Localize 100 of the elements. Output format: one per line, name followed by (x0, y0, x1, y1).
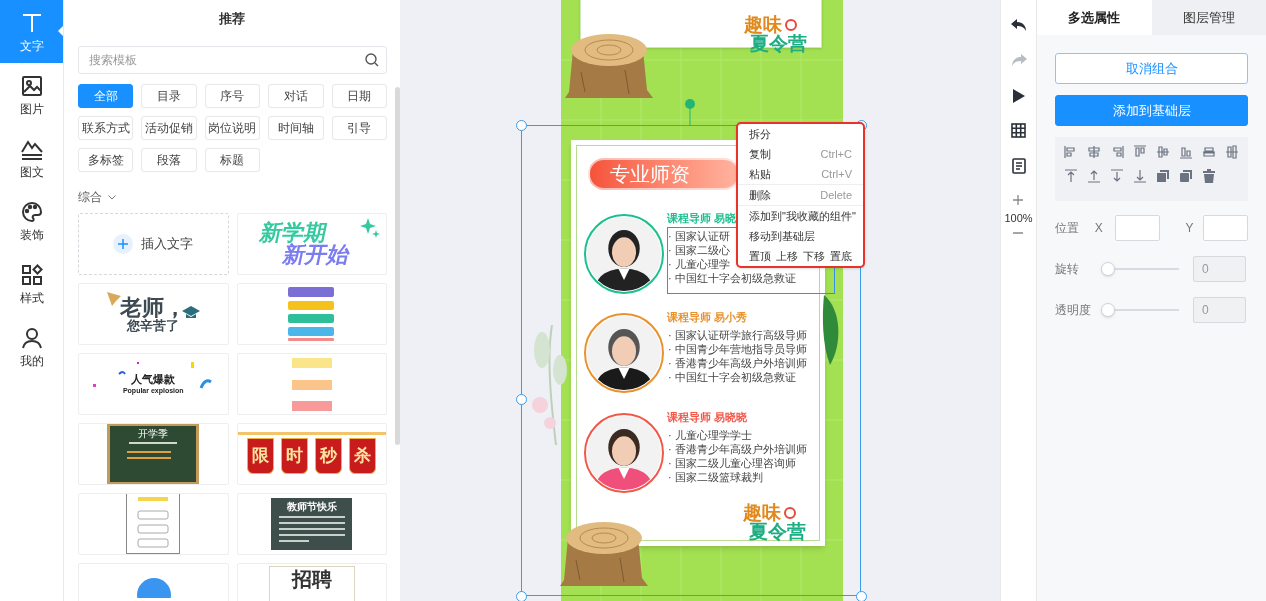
shapes-icon (20, 263, 43, 286)
tag-button[interactable]: 联系方式 (78, 116, 134, 140)
user-icon (20, 326, 43, 349)
resize-handle[interactable] (856, 591, 867, 601)
menu-item[interactable]: 移动到基础层 (738, 226, 863, 246)
layer-order-icon[interactable] (1064, 169, 1078, 183)
layer-order-icon[interactable] (1110, 169, 1124, 183)
align-icon[interactable] (1202, 145, 1216, 159)
tag-button[interactable]: 序号 (204, 84, 261, 108)
menu-item[interactable]: 置顶 (749, 247, 771, 265)
resize-handle[interactable] (516, 591, 527, 601)
step-list-drawing (287, 287, 336, 341)
layer-order-icon[interactable] (1087, 169, 1101, 183)
banner-flag: 秒 (315, 438, 343, 474)
template-thumbnail[interactable]: 新学期 新开始 (236, 213, 387, 275)
trash-icon[interactable] (1202, 169, 1216, 183)
template-thumbnail[interactable]: 开学季 (78, 423, 229, 485)
template-title: 招聘 (291, 569, 332, 592)
panel-tab[interactable]: 多选属性 (1037, 0, 1152, 35)
tag-button[interactable]: 活动促销 (141, 116, 197, 140)
tag-button[interactable]: 时间轴 (268, 116, 324, 140)
slider[interactable] (1101, 262, 1179, 276)
align-icon[interactable] (1110, 145, 1124, 159)
slider-thumb[interactable] (1101, 262, 1115, 276)
teacher-name: 课程导师 易小秀 (667, 312, 747, 323)
search-field[interactable]: 搜索模板 (78, 46, 387, 74)
template-thumbnail[interactable]: 教师节快乐 (236, 493, 387, 555)
slider-label: 旋转 (1055, 261, 1080, 278)
template-title: 教师节快乐 (286, 502, 337, 512)
align-icon[interactable] (1087, 145, 1101, 159)
menu-item[interactable]: 添加到"我收藏的组件" (738, 206, 863, 226)
qualification-text: · 香港青少年高级户外培训师 (668, 444, 807, 455)
scrollbar[interactable] (395, 87, 400, 445)
qualification-text: · 国家二级儿童心理咨询师 (668, 458, 796, 469)
template-thumbnail[interactable] (236, 283, 387, 345)
resize-handle[interactable] (516, 120, 527, 131)
menu-item[interactable]: 删除 Delete (738, 185, 863, 205)
tag-button[interactable]: 岗位说明 (204, 116, 261, 140)
align-icon[interactable] (1064, 145, 1078, 159)
insert-text-button[interactable]: 插入文字 (78, 213, 229, 275)
plus-icon (113, 234, 134, 254)
layer-order-icon[interactable] (1133, 169, 1147, 183)
x-input[interactable] (1115, 215, 1161, 241)
image-icon (20, 74, 43, 97)
template-thumbnail[interactable] (78, 493, 229, 555)
logo-text: 趣味 (744, 15, 782, 34)
template-title: 新学期 (257, 222, 329, 244)
logo-text: 趣味 (743, 503, 781, 522)
template-thumbnail[interactable]: 老师， 您辛苦了 (78, 283, 229, 345)
template-thumbnail[interactable]: 招聘 (236, 563, 387, 601)
resize-handle[interactable] (516, 394, 527, 405)
template-title: 开学季 (138, 429, 169, 439)
slider[interactable] (1101, 303, 1179, 317)
qualification-text: · 国家二级篮球裁判 (668, 472, 763, 483)
align-icon[interactable] (1179, 145, 1193, 159)
logo-text: 夏令营 (749, 522, 806, 541)
menu-item[interactable]: 上移 (776, 247, 798, 265)
y-label: Y (1184, 220, 1195, 237)
panel-tab[interactable]: 图层管理 (1151, 0, 1266, 35)
slider-thumb[interactable] (1101, 303, 1115, 317)
align-icon[interactable] (1133, 145, 1147, 159)
menu-item[interactable]: 下移 (803, 247, 825, 265)
qualification-text: · 国家认证研 (668, 231, 730, 242)
y-input[interactable] (1203, 215, 1248, 241)
tag-button[interactable]: 对话 (268, 84, 324, 108)
template-thumbnail[interactable] (236, 353, 387, 415)
chevron-down-icon[interactable] (108, 194, 116, 200)
copy-icon[interactable] (1156, 169, 1170, 183)
qualification-text: · 国家二级心 (668, 245, 730, 256)
zoom-in-icon[interactable] (1013, 195, 1024, 205)
tag-button[interactable]: 引导 (331, 116, 387, 140)
menu-item[interactable]: 置底 (830, 247, 852, 265)
qualification-text: · 中国红十字会初级急救证 (668, 372, 796, 383)
template-title: 人气爆款 (131, 374, 176, 385)
document-icon[interactable] (1011, 157, 1026, 174)
copy-icon[interactable] (1179, 169, 1193, 183)
undo-icon[interactable] (1010, 18, 1027, 33)
rotate-handle[interactable] (684, 98, 696, 126)
tag-button[interactable]: 日期 (331, 84, 387, 108)
align-icon[interactable] (1225, 145, 1239, 159)
play-icon[interactable] (1012, 88, 1025, 103)
menu-item[interactable]: 粘贴 Ctrl+V (738, 164, 863, 184)
tag-button[interactable]: 目录 (141, 84, 197, 108)
tag-button[interactable]: 标题 (204, 148, 261, 172)
banner-flag: 限 (247, 438, 275, 474)
sparkle-icon (360, 218, 380, 240)
menu-item[interactable]: 复制 Ctrl+C (738, 144, 863, 164)
x-label: X (1094, 220, 1104, 237)
grid-icon[interactable] (1011, 123, 1026, 138)
blob-drawing (137, 578, 171, 598)
filter-label[interactable]: 综合 (78, 188, 102, 206)
align-icon[interactable] (1156, 145, 1170, 159)
menu-item[interactable]: 拆分 (738, 124, 863, 144)
template-thumbnail[interactable]: 限 时 秒 杀 (236, 423, 387, 485)
tag-button[interactable]: 多标签 (78, 148, 134, 172)
tag-button[interactable]: 段落 (141, 148, 197, 172)
pen-nib-icon (107, 292, 121, 306)
search-icon[interactable] (365, 53, 379, 67)
zoom-level: 100% (1004, 213, 1033, 224)
slider-label: 透明度 (1055, 302, 1092, 319)
